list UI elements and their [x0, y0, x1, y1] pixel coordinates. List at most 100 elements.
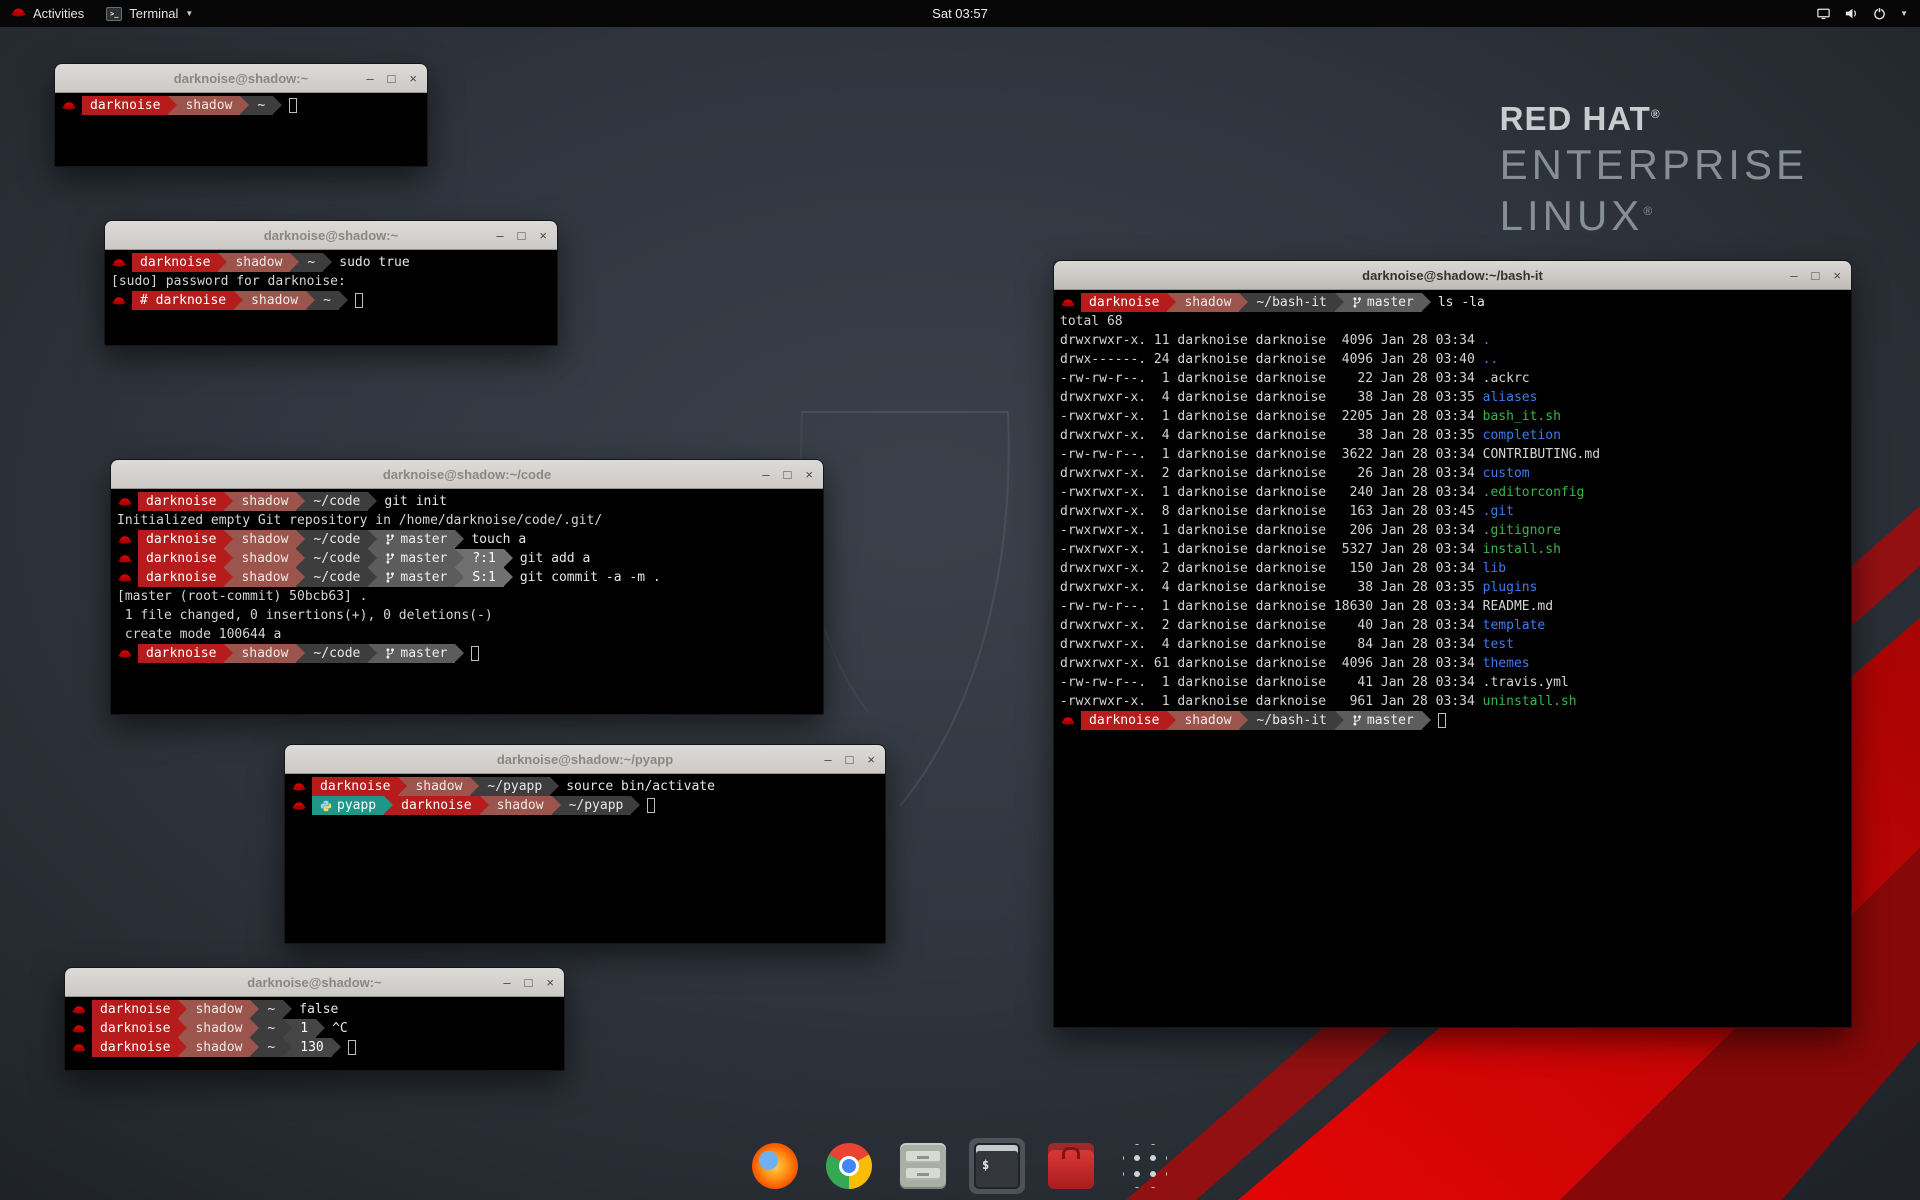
prompt-segment-path: ~: [259, 1019, 283, 1038]
prompt-segment-user: darknoise: [138, 492, 224, 511]
close-button[interactable]: ×: [546, 976, 554, 989]
terminal-cursor: [1438, 713, 1446, 728]
app-menu-terminal[interactable]: >_ Terminal ▼: [95, 0, 204, 27]
output-text: drwxrwxr-x. 4 darknoise darknoise 38 Jan…: [1060, 390, 1483, 405]
clock[interactable]: Sat 03:57: [932, 6, 988, 21]
terminal-content[interactable]: darknoiseshadow~/pyappsource bin/activat…: [285, 774, 885, 943]
redhat-prompt-icon: [1061, 297, 1075, 308]
files-icon: [900, 1143, 946, 1189]
terminal-content[interactable]: darknoiseshadow~: [55, 93, 427, 166]
power-icon[interactable]: [1872, 6, 1887, 21]
output-text: [master (root-commit) 50bcb63] .: [117, 589, 367, 604]
segment-text: master: [400, 530, 447, 549]
separator-arrow-icon: [455, 644, 464, 662]
dock-files[interactable]: [895, 1138, 951, 1194]
segment-text: master: [400, 568, 447, 587]
redhat-prompt-icon: [118, 534, 132, 545]
terminal-window-3: darknoise@shadow:~/code–□×darknoiseshado…: [110, 459, 824, 715]
close-button[interactable]: ×: [409, 72, 417, 85]
separator-arrow-icon: [470, 777, 479, 795]
maximize-button[interactable]: □: [1812, 269, 1820, 282]
minimize-button[interactable]: –: [824, 753, 831, 766]
firefox-icon: [752, 1143, 798, 1189]
close-button[interactable]: ×: [805, 468, 813, 481]
window-titlebar[interactable]: darknoise@shadow:~–□×: [55, 64, 427, 93]
powerline-separator: [455, 644, 464, 663]
window-titlebar[interactable]: darknoise@shadow:~/bash-it–□×: [1054, 261, 1851, 290]
minimize-button[interactable]: –: [762, 468, 769, 481]
terminal-content[interactable]: darknoiseshadow~falsedarknoiseshadow~1^C…: [65, 997, 564, 1070]
dock-chrome[interactable]: [821, 1138, 877, 1194]
prompt-segment-host: shadow: [233, 568, 296, 587]
maximize-button[interactable]: □: [525, 976, 533, 989]
separator-arrow-icon: [323, 253, 332, 271]
close-button[interactable]: ×: [1833, 269, 1841, 282]
separator-arrow-icon: [1167, 711, 1176, 729]
segment-text: ~/bash-it: [1256, 711, 1326, 730]
segment-text: darknoise: [100, 1038, 170, 1057]
segment-text: shadow: [195, 1000, 242, 1019]
volume-icon[interactable]: [1844, 6, 1859, 21]
dock-toolbox[interactable]: [1043, 1138, 1099, 1194]
maximize-button[interactable]: □: [784, 468, 792, 481]
terminal-prompt-line: darknoiseshadow~/bash-itmasterls -la: [1060, 293, 1845, 312]
separator-arrow-icon: [552, 796, 561, 814]
separator-arrow-icon: [631, 796, 640, 814]
output-text: drwxrwxr-x. 2 darknoise darknoise 150 Ja…: [1060, 561, 1483, 576]
prompt-segment-path: ~/pyapp: [561, 796, 632, 815]
maximize-button[interactable]: □: [846, 753, 854, 766]
terminal-content[interactable]: darknoiseshadow~/bash-itmasterls -latota…: [1054, 290, 1851, 1027]
window-controls: – □ ×: [503, 968, 554, 996]
powerline-separator: [1335, 711, 1344, 730]
terminal-output-line: -rw-rw-r--. 1 darknoise darknoise 41 Jan…: [1060, 673, 1845, 692]
minimize-button[interactable]: –: [366, 72, 373, 85]
dock-terminal[interactable]: $: [969, 1138, 1025, 1194]
close-button[interactable]: ×: [867, 753, 875, 766]
powerline-separator: [296, 549, 305, 568]
terminal-prompt-line: darknoiseshadow~/codemaster: [117, 644, 817, 663]
segment-text: shadow: [1184, 293, 1231, 312]
segment-text: darknoise: [1089, 711, 1159, 730]
minimize-button[interactable]: –: [503, 976, 510, 989]
prompt-segment-path: ~/code: [305, 492, 368, 511]
window-titlebar[interactable]: darknoise@shadow:~–□×: [105, 221, 557, 250]
terminal-content[interactable]: darknoiseshadow~/codegit initInitialized…: [111, 489, 823, 714]
dock-firefox[interactable]: [747, 1138, 803, 1194]
segment-text: shadow: [241, 568, 288, 587]
window-titlebar[interactable]: darknoise@shadow:~–□×: [65, 968, 564, 997]
powerline-separator: [290, 253, 299, 272]
output-text: -rwxrwxr-x. 1 darknoise darknoise 5327 J…: [1060, 542, 1483, 557]
segment-text: ~: [267, 1000, 275, 1019]
prompt-segment-user: darknoise: [393, 796, 479, 815]
output-text: -rw-rw-r--. 1 darknoise darknoise 18630 …: [1060, 599, 1483, 614]
display-icon[interactable]: [1816, 6, 1831, 21]
minimize-button[interactable]: –: [1790, 269, 1797, 282]
branch-icon: [385, 552, 395, 565]
dock-app-grid[interactable]: [1117, 1138, 1173, 1194]
maximize-button[interactable]: □: [388, 72, 396, 85]
separator-arrow-icon: [250, 1000, 259, 1018]
output-text: -rwxrwxr-x. 1 darknoise darknoise 2205 J…: [1060, 409, 1483, 424]
branch-icon: [385, 533, 395, 546]
powerline-separator: [306, 291, 315, 310]
prompt-segment-host: shadow: [233, 549, 296, 568]
separator-arrow-icon: [178, 1038, 187, 1056]
powerline-separator: [178, 1000, 187, 1019]
minimize-button[interactable]: –: [496, 229, 503, 242]
activities-button[interactable]: Activities: [0, 0, 95, 27]
file-name: custom: [1483, 466, 1530, 481]
system-menu-chevron-icon[interactable]: ▼: [1900, 9, 1908, 18]
maximize-button[interactable]: □: [518, 229, 526, 242]
powerline-separator: [323, 253, 332, 272]
separator-arrow-icon: [283, 1000, 292, 1018]
prompt-segment-user: darknoise: [138, 530, 224, 549]
terminal-prompt-line: darknoiseshadow~1^C: [71, 1019, 558, 1038]
terminal-content[interactable]: darknoiseshadow~sudo true[sudo] password…: [105, 250, 557, 345]
redhat-logo-icon: [11, 6, 26, 21]
toolbox-icon: [1048, 1143, 1094, 1189]
separator-arrow-icon: [224, 644, 233, 662]
window-titlebar[interactable]: darknoise@shadow:~/pyapp–□×: [285, 745, 885, 774]
window-titlebar[interactable]: darknoise@shadow:~/code–□×: [111, 460, 823, 489]
close-button[interactable]: ×: [539, 229, 547, 242]
segment-text: shadow: [251, 291, 298, 310]
